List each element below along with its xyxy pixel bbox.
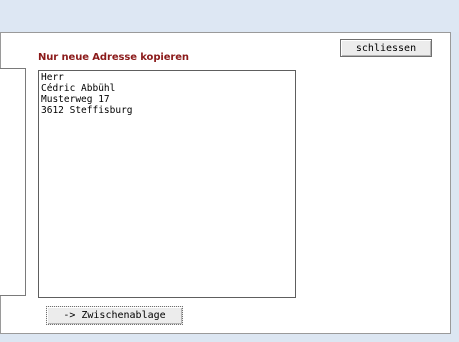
close-button[interactable]: schliessen [340, 39, 432, 57]
address-line-street: Musterweg 17 [41, 94, 110, 105]
dialog-title: Nur neue Adresse kopieren [38, 52, 189, 63]
address-textarea[interactable]: Herr Cédric Abbühl Musterweg 17 3612 Ste… [38, 70, 296, 298]
address-line-salutation: Herr [41, 72, 64, 83]
left-list-panel [0, 68, 26, 296]
copy-to-clipboard-button[interactable]: -> Zwischenablage [46, 306, 183, 325]
address-line-city: 3612 Steffisburg [41, 105, 133, 116]
window-top-strip [0, 0, 459, 32]
address-line-name: Cédric Abbühl [41, 83, 116, 94]
